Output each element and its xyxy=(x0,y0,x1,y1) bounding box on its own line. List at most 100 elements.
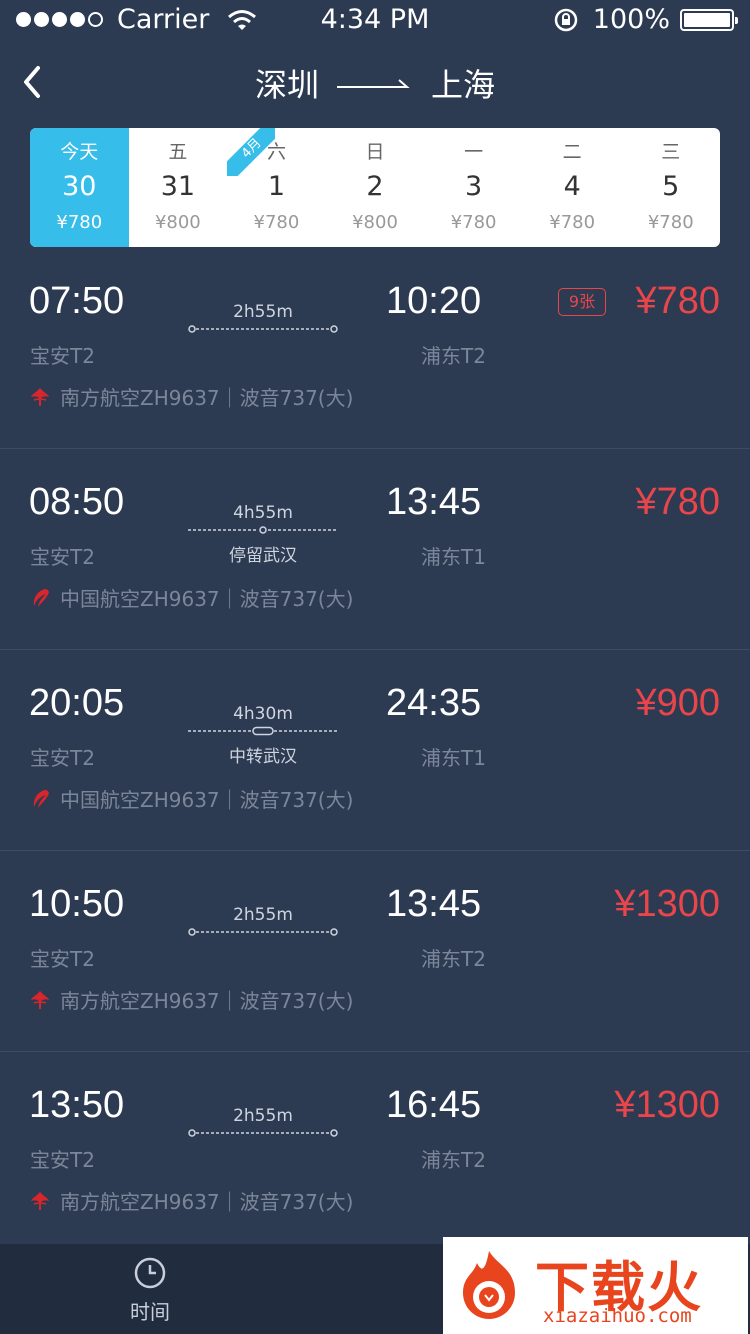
departure-airport: 宝安T2 xyxy=(30,545,95,569)
month-badge-label: 4月 xyxy=(227,128,276,176)
flight-duration: 2h55m xyxy=(233,1106,293,1126)
date-cell[interactable]: 4月六 1 ¥780 xyxy=(227,128,326,247)
watermark: 下载火 xiazaihuo.com xyxy=(443,1237,748,1334)
flight-price: ¥1300 xyxy=(614,1084,720,1126)
departure-time: 08:50 xyxy=(29,481,125,523)
route-line-direct xyxy=(188,928,338,936)
flight-duration: 2h55m xyxy=(233,905,293,925)
arrival-time: 13:45 xyxy=(386,883,482,925)
month-badge: 4月 xyxy=(227,128,276,176)
departure-time: 07:50 xyxy=(29,280,125,322)
date-cell[interactable]: 日 2 ¥800 xyxy=(326,128,425,247)
airline-label: 南方航空ZH9637｜波音737(大) xyxy=(60,1190,354,1214)
airline-info: 中国航空ZH9637｜波音737(大) xyxy=(28,583,353,612)
date-day: 31 xyxy=(160,171,196,202)
stop-note: 停留武汉 xyxy=(229,546,297,566)
arrival-time: 13:45 xyxy=(386,481,482,523)
departure-time: 10:50 xyxy=(29,883,125,925)
air-china-logo-icon xyxy=(33,588,49,607)
arrival-airport: 浦东T2 xyxy=(421,1148,486,1172)
airline-info: 南方航空ZH9637｜波音737(大) xyxy=(28,985,353,1014)
destination-city: 上海 xyxy=(431,66,496,104)
airline-info: 中国航空ZH9637｜波音737(大) xyxy=(28,784,353,813)
date-day: 30 xyxy=(62,171,97,202)
date-weekday: 一 xyxy=(464,141,484,163)
departure-airport: 宝安T2 xyxy=(30,344,95,368)
date-selector: 今天 30 ¥780 五 31 ¥800 4月六 1 ¥780 日 2 ¥800 一 3 ¥780 二 4 ¥78… xyxy=(30,128,720,247)
nav-bar: 深圳 上海 xyxy=(0,50,750,114)
status-right: 100% xyxy=(553,4,738,35)
date-price: ¥800 xyxy=(154,212,201,233)
flight-list: 07:50 宝安T2 2h55m 10:20 浦东T2 南方航空ZH9637｜波音737(… xyxy=(0,248,750,1253)
tab-time-label: 时间 xyxy=(130,1300,170,1324)
date-cell[interactable]: 一 3 ¥780 xyxy=(424,128,523,247)
flight-row[interactable]: 13:50 宝安T2 2h55m 16:45 浦东T2 南方航空ZH9637｜波音737(… xyxy=(0,1052,750,1253)
tab-time[interactable]: 时间 xyxy=(100,1256,200,1325)
fire-logo-icon xyxy=(463,1251,515,1319)
departure-time: 20:05 xyxy=(29,682,125,724)
departure-time: 13:50 xyxy=(29,1084,125,1126)
departure-airport: 宝安T2 xyxy=(30,947,95,971)
flight-row[interactable]: 20:05 宝安T2 4h30m 中转武汉 24:35 浦东T1 中国航空ZH9637｜波音… xyxy=(0,650,750,851)
route-arrow-icon xyxy=(337,79,410,88)
arrival-airport: 浦东T1 xyxy=(421,746,486,770)
date-weekday: 日 xyxy=(365,141,385,163)
flight-row[interactable]: 10:50 宝安T2 2h55m 13:45 浦东T2 南方航空ZH9637｜波音737(… xyxy=(0,851,750,1052)
arrival-time: 10:20 xyxy=(386,280,482,322)
arrival-time: 16:45 xyxy=(386,1084,482,1126)
date-price: ¥800 xyxy=(352,212,398,233)
status-bar: Carrier 4:34 PM 100% xyxy=(0,0,750,40)
flight-row[interactable]: 08:50 宝安T2 4h55m 停留武汉 13:45 浦东T1 中国航空ZH9637｜波音… xyxy=(0,449,750,650)
date-price: ¥780 xyxy=(56,212,103,233)
watermark-url: xiazaihuo.com xyxy=(543,1305,692,1327)
stop-note: 中转武汉 xyxy=(229,747,297,767)
china-southern-logo-icon xyxy=(31,1191,49,1210)
arrival-airport: 浦东T2 xyxy=(421,947,486,971)
date-weekday: 今天 xyxy=(60,141,99,163)
date-weekday: 五 xyxy=(168,141,188,163)
date-price: ¥780 xyxy=(549,212,596,233)
route-line-direct xyxy=(188,325,338,333)
date-day: 5 xyxy=(662,171,680,202)
battery-icon xyxy=(680,8,738,31)
flight-row[interactable]: 07:50 宝安T2 2h55m 10:20 浦东T2 南方航空ZH9637｜波音737(… xyxy=(0,248,750,449)
arrival-airport: 浦东T1 xyxy=(421,545,486,569)
orientation-lock-icon xyxy=(554,8,578,31)
date-day: 4 xyxy=(563,171,581,202)
date-weekday: 二 xyxy=(562,141,582,163)
route-line-stop xyxy=(188,526,338,534)
flight-duration: 4h55m xyxy=(233,503,293,523)
date-day: 2 xyxy=(366,171,384,202)
flight-duration: 4h30m xyxy=(233,704,293,724)
departure-airport: 宝安T2 xyxy=(30,746,95,770)
airline-info: 南方航空ZH9637｜波音737(大) xyxy=(28,1186,353,1215)
date-cell[interactable]: 二 4 ¥780 xyxy=(523,128,622,247)
origin-city: 深圳 xyxy=(254,66,319,104)
clock-icon xyxy=(134,1257,166,1289)
flight-price: ¥900 xyxy=(635,682,720,724)
arrival-time: 24:35 xyxy=(386,682,482,724)
china-southern-logo-icon xyxy=(31,387,49,406)
china-southern-logo-icon xyxy=(31,990,49,1009)
date-cell[interactable]: 五 31 ¥800 xyxy=(129,128,228,247)
arrival-airport: 浦东T2 xyxy=(421,344,486,368)
date-cell[interactable]: 今天 30 ¥780 xyxy=(30,128,129,247)
date-cell[interactable]: 三 5 ¥780 xyxy=(621,128,720,247)
route-title: 深圳 上海 xyxy=(0,60,750,106)
air-china-logo-icon xyxy=(33,789,49,808)
date-price: ¥780 xyxy=(450,212,497,233)
airline-label: 南方航空ZH9637｜波音737(大) xyxy=(60,386,354,410)
airline-label: 南方航空ZH9637｜波音737(大) xyxy=(60,989,354,1013)
airline-label: 中国航空ZH9637｜波音737(大) xyxy=(60,788,354,812)
airline-label: 中国航空ZH9637｜波音737(大) xyxy=(60,587,354,611)
date-price: ¥780 xyxy=(647,212,694,233)
departure-airport: 宝安T2 xyxy=(30,1148,95,1172)
battery-label: 100% xyxy=(592,4,670,35)
flight-price: ¥780 xyxy=(635,481,720,523)
flight-duration: 2h55m xyxy=(233,302,293,322)
date-day: 3 xyxy=(465,171,483,202)
date-weekday: 三 xyxy=(661,141,681,163)
airline-info: 南方航空ZH9637｜波音737(大) xyxy=(28,382,353,411)
flight-price: ¥1300 xyxy=(614,883,720,925)
route-line-transfer xyxy=(188,726,338,736)
